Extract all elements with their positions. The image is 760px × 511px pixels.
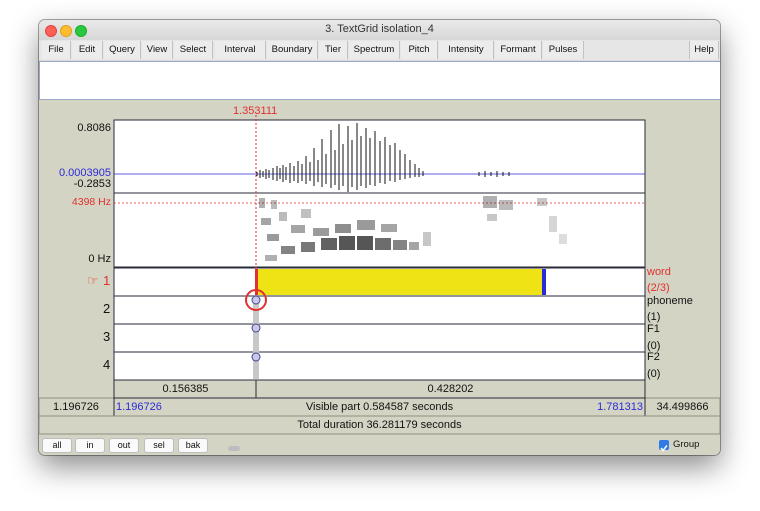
textgrid-window: 3. TextGrid isolation_4 File Edit Query … [39,20,720,455]
zoom-all-button[interactable]: all [42,438,72,453]
total-duration-label[interactable]: Total duration 36.281179 seconds [39,419,720,431]
tier-3-number: 3 [103,329,111,344]
tier-1-name[interactable]: word [647,266,671,278]
selected-interval [257,269,544,295]
interval-boundary-right [542,269,546,295]
segment-left-duration[interactable]: 0.156385 [115,383,256,395]
tier-1-count: (2/3) [647,282,670,294]
checkmark-icon [660,445,668,452]
tier-1-pointer-icon: ☞ [87,273,99,288]
visible-start-total[interactable]: 1.196726 [39,401,113,413]
group-checkbox[interactable] [659,440,669,452]
zoom-bak-button[interactable]: bak [178,438,208,453]
segment-right-duration[interactable]: 0.428202 [257,383,644,395]
tier-2-name[interactable]: phoneme [647,295,693,307]
tier-3-name[interactable]: F1 [647,323,660,335]
group-label: Group [673,439,700,450]
tier-4-number: 4 [103,357,111,372]
tier-1-number: 1 [103,273,111,288]
zoom-in-button[interactable]: in [75,438,105,453]
visible-end-total[interactable]: 34.499866 [645,401,720,413]
zoom-out-button[interactable]: out [109,438,139,453]
horizontal-scrollbar-thumb[interactable] [228,446,240,451]
tier-2-count: (1) [647,311,661,323]
zoom-sel-button[interactable]: sel [144,438,174,453]
visible-end[interactable]: 1.781313 [559,401,643,413]
tier-4-name[interactable]: F2 [647,351,660,363]
tier-2-number: 2 [103,301,111,316]
tier-4-count: (0) [647,368,661,380]
